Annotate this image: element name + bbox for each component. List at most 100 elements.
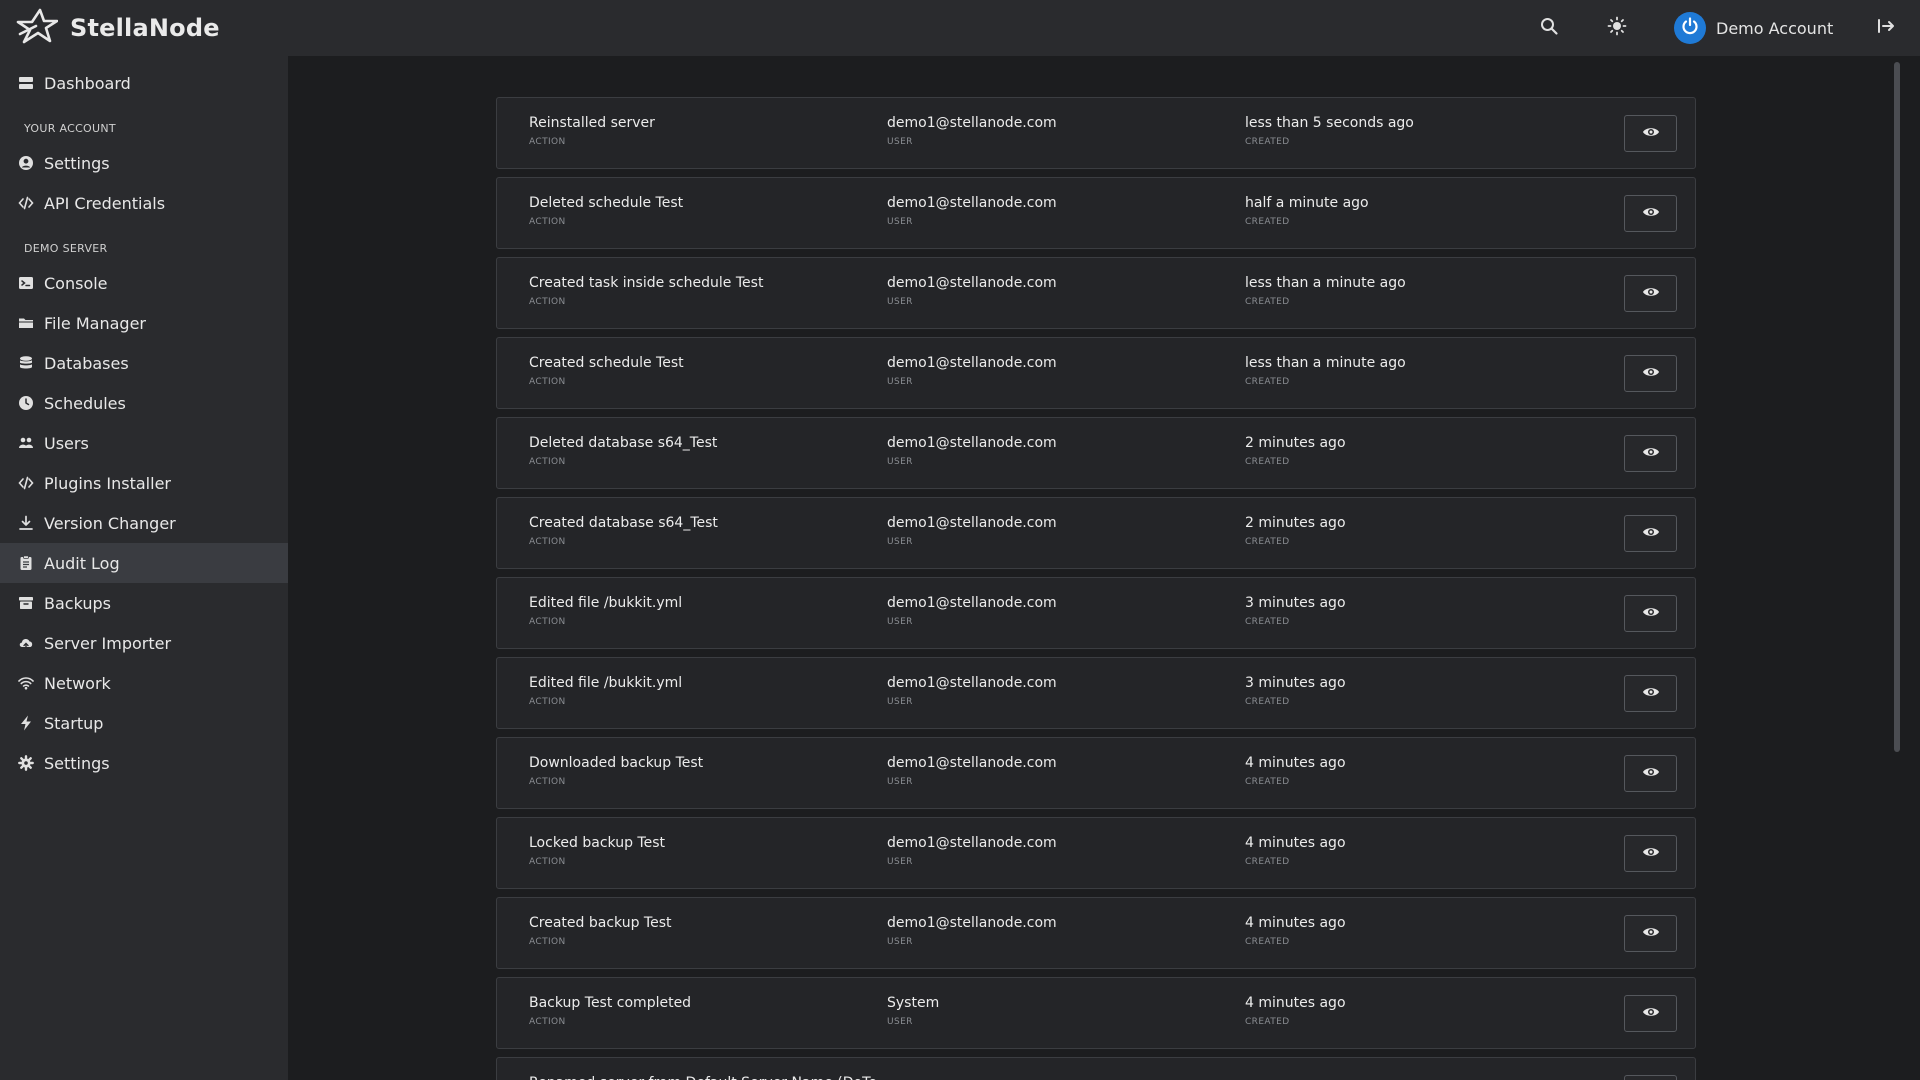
- action-label: ACTION: [529, 1017, 566, 1027]
- user-value: System: [887, 995, 940, 1011]
- eye-icon: [1642, 843, 1660, 865]
- view-details-button[interactable]: [1624, 995, 1677, 1032]
- view-details-button[interactable]: [1624, 435, 1677, 472]
- created-cell: less than a minute ago CREATED: [1245, 355, 1406, 387]
- sidebar-item-label: Version Changer: [44, 513, 176, 533]
- section-label-your-account: YOUR ACCOUNT: [24, 122, 116, 135]
- user-cell: demo1@stellanode.com USER: [887, 515, 1057, 547]
- action-cell: Deleted database s64_Test ACTION: [529, 435, 717, 467]
- eye-icon: [1642, 763, 1660, 785]
- scrollbar[interactable]: [1894, 62, 1900, 752]
- sidebar-item-label: Dashboard: [44, 73, 131, 93]
- view-details-button[interactable]: [1624, 675, 1677, 712]
- audit-log-row: Created task inside schedule Test ACTION…: [496, 257, 1696, 329]
- user-cell: demo1@stellanode.com USER: [887, 755, 1057, 787]
- search-icon: [1539, 16, 1559, 40]
- sidebar-item-schedules[interactable]: Schedules: [0, 383, 288, 423]
- view-details-button[interactable]: [1624, 115, 1677, 152]
- sidebar-item-users[interactable]: Users: [0, 423, 288, 463]
- created-cell: 3 minutes ago CREATED: [1245, 595, 1346, 627]
- sidebar-item-startup[interactable]: Startup: [0, 703, 288, 743]
- created-cell: less than a minute ago CREATED: [1245, 275, 1406, 307]
- search-button[interactable]: [1529, 8, 1569, 48]
- action-cell: Deleted schedule Test ACTION: [529, 195, 683, 227]
- eye-icon: [1642, 443, 1660, 465]
- sidebar-item-backups[interactable]: Backups: [0, 583, 288, 623]
- user-cell: demo1@stellanode.com USER: [887, 355, 1057, 387]
- folder-icon: [17, 314, 35, 332]
- sidebar-item-plugins-installer[interactable]: Plugins Installer: [0, 463, 288, 503]
- view-details-button[interactable]: [1624, 595, 1677, 632]
- action-label: ACTION: [529, 217, 566, 227]
- view-details-button[interactable]: [1624, 1075, 1677, 1080]
- action-cell: Created database s64_Test ACTION: [529, 515, 718, 547]
- account-menu[interactable]: Demo Account: [1674, 9, 1833, 47]
- gear-icon: [17, 754, 35, 772]
- action-cell: Downloaded backup Test ACTION: [529, 755, 703, 787]
- sidebar-item-network[interactable]: Network: [0, 663, 288, 703]
- action-label: ACTION: [529, 937, 566, 947]
- sidebar-item-dashboard[interactable]: Dashboard: [0, 63, 288, 103]
- archive-icon: [17, 594, 35, 612]
- user-value: demo1@stellanode.com: [887, 675, 1057, 691]
- sidebar-item-api-credentials[interactable]: API Credentials: [0, 183, 288, 223]
- database-icon: [17, 354, 35, 372]
- sidebar-item-label: Console: [44, 273, 108, 293]
- sidebar-item-account-settings[interactable]: Settings: [0, 143, 288, 183]
- users-icon: [17, 434, 35, 452]
- sidebar-item-file-manager[interactable]: File Manager: [0, 303, 288, 343]
- logout-button[interactable]: [1866, 8, 1906, 48]
- created-value: 3 minutes ago: [1245, 595, 1346, 611]
- sidebar-item-version-changer[interactable]: Version Changer: [0, 503, 288, 543]
- action-value: Created backup Test: [529, 915, 672, 931]
- cloud-upload-icon: [17, 634, 35, 652]
- user-cell: demo1@stellanode.com USER: [887, 915, 1057, 947]
- view-details-button[interactable]: [1624, 355, 1677, 392]
- created-value: less than a minute ago: [1245, 355, 1406, 371]
- created-cell: 3 minutes ago CREATED: [1245, 675, 1346, 707]
- sidebar-item-server-importer[interactable]: Server Importer: [0, 623, 288, 663]
- view-details-button[interactable]: [1624, 915, 1677, 952]
- action-cell: Renamed server from Default Server Name …: [529, 1075, 877, 1080]
- theme-toggle-button[interactable]: [1597, 8, 1637, 48]
- created-label: CREATED: [1245, 457, 1290, 467]
- created-value: 3 minutes ago: [1245, 675, 1346, 691]
- sidebar-item-console[interactable]: Console: [0, 263, 288, 303]
- clock-icon: [17, 394, 35, 412]
- audit-log-row: Edited file /bukkit.yml ACTION demo1@ste…: [496, 577, 1696, 649]
- view-details-button[interactable]: [1624, 275, 1677, 312]
- created-label: CREATED: [1245, 537, 1290, 547]
- view-details-button[interactable]: [1624, 755, 1677, 792]
- sidebar-item-label: Plugins Installer: [44, 473, 171, 493]
- created-label: CREATED: [1245, 937, 1290, 947]
- view-details-button[interactable]: [1624, 515, 1677, 552]
- code-icon: [17, 194, 35, 212]
- sidebar-item-label: Network: [44, 673, 111, 693]
- view-details-button[interactable]: [1624, 835, 1677, 872]
- action-label: ACTION: [529, 617, 566, 627]
- created-label: CREATED: [1245, 617, 1290, 627]
- audit-log-row: Backup Test completed ACTION System USER…: [496, 977, 1696, 1049]
- action-value: Deleted schedule Test: [529, 195, 684, 211]
- sidebar-item-audit-log[interactable]: Audit Log: [0, 543, 288, 583]
- user-label: USER: [887, 857, 913, 867]
- user-value: demo1@stellanode.com: [887, 275, 1057, 291]
- sidebar-item-databases[interactable]: Databases: [0, 343, 288, 383]
- sidebar-item-label: Settings: [44, 153, 110, 173]
- sidebar-item-label: Databases: [44, 353, 129, 373]
- user-cell: demo1@stellanode.com USER: [887, 835, 1057, 867]
- created-label: CREATED: [1245, 297, 1290, 307]
- action-value: Reinstalled server: [529, 115, 655, 131]
- user-cell: demo1@stellanode.com USER: [887, 595, 1057, 627]
- action-label: ACTION: [529, 777, 566, 787]
- view-details-button[interactable]: [1624, 195, 1677, 232]
- created-label: CREATED: [1245, 137, 1290, 147]
- eye-icon: [1642, 363, 1660, 385]
- brand[interactable]: StellaNode: [16, 8, 220, 48]
- sidebar-item-server-settings[interactable]: Settings: [0, 743, 288, 783]
- action-cell: Locked backup Test ACTION: [529, 835, 665, 867]
- user-label: USER: [887, 537, 913, 547]
- created-cell: 4 minutes ago CREATED: [1245, 995, 1346, 1027]
- user-value: demo1@stellanode.com: [887, 195, 1057, 211]
- user-label: USER: [887, 377, 913, 387]
